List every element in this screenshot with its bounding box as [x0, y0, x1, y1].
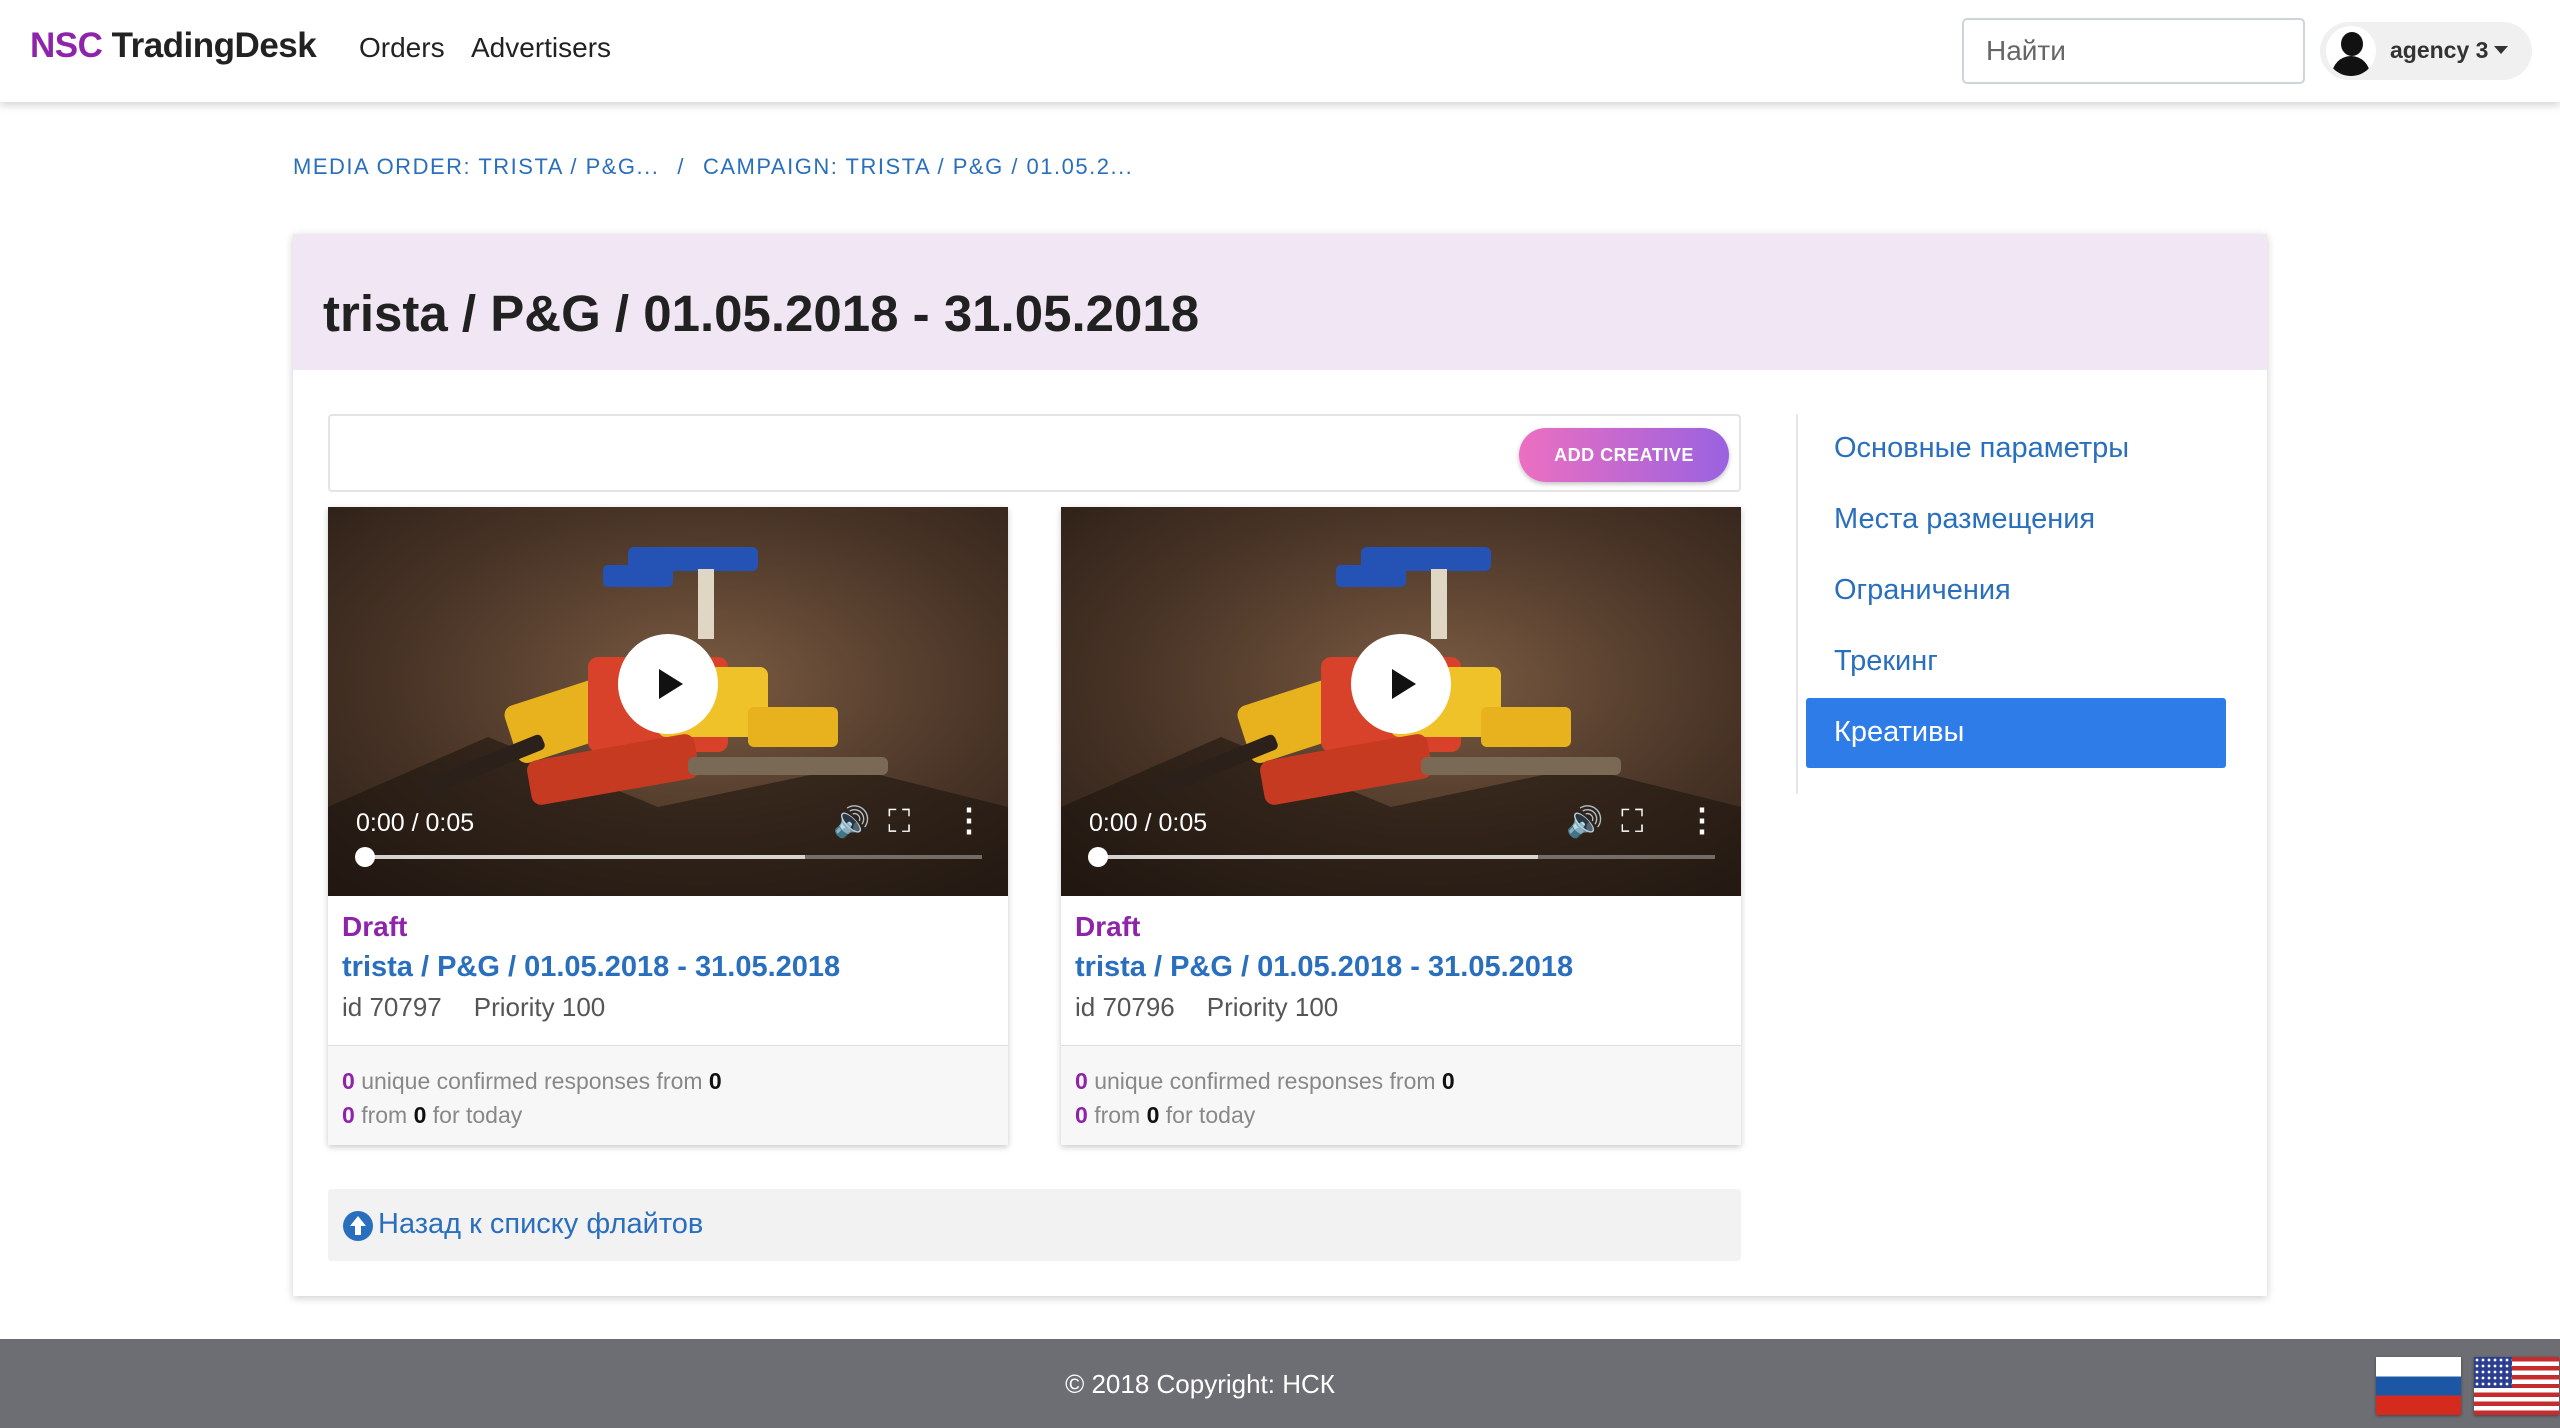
sidebar-item-main-params[interactable]: Основные параметры	[1806, 414, 2226, 484]
unique-count: 0	[342, 1068, 355, 1094]
breadcrumb: MEDIA ORDER: TRISTA / P&G... / CAMPAIGN: T…	[293, 154, 1133, 180]
video-player[interactable]: 0:00 / 0:05 🔊 ⛶ ⋮	[1061, 507, 1741, 896]
caret-down-icon	[2494, 46, 2508, 54]
today-from: from	[361, 1102, 408, 1128]
flight-card: trista / P&G / 01.05.2018 - 31.05.2018 A…	[293, 234, 2267, 1296]
unique-responses-line: 0 unique confirmed responses from 0	[342, 1064, 994, 1098]
breadcrumb-separator: /	[677, 154, 685, 179]
progress-handle[interactable]	[1088, 847, 1108, 867]
progress-bar[interactable]	[366, 855, 982, 859]
creative-info: Draft trista / P&G / 01.05.2018 - 31.05.…	[328, 896, 1008, 1045]
creative-card: 0:00 / 0:05 🔊 ⛶ ⋮ Draft trista / P&G / 0…	[1061, 507, 1741, 1145]
add-creative-button[interactable]: ADD CREATIVE	[1519, 428, 1729, 482]
unique-total: 0	[708, 1068, 722, 1094]
today-count: 0	[1075, 1102, 1088, 1128]
creative-meta: id 70796 Priority 100	[1075, 992, 1727, 1023]
video-player[interactable]: 0:00 / 0:05 🔊 ⛶ ⋮	[328, 507, 1008, 896]
nav-link-orders[interactable]: Orders	[359, 32, 445, 64]
breadcrumb-media-order[interactable]: MEDIA ORDER: TRISTA / P&G...	[293, 154, 659, 179]
avatar	[2326, 26, 2376, 76]
user-name: agency 3	[2390, 37, 2489, 63]
creatives-toolbar: ADD CREATIVE	[328, 414, 1741, 492]
today-count: 0	[342, 1102, 355, 1128]
creative-stats: 0 unique confirmed responses from 0 0 fr…	[1061, 1045, 1741, 1145]
page-title: trista / P&G / 01.05.2018 - 31.05.2018	[323, 285, 1200, 342]
progress-bar[interactable]	[1099, 855, 1715, 859]
unique-count: 0	[1075, 1068, 1088, 1094]
play-icon[interactable]	[1351, 634, 1451, 734]
us-flag-icon[interactable]	[2474, 1357, 2559, 1415]
copyright-text: © 2018 Copyright: НСК	[1065, 1369, 1335, 1399]
back-to-flights-link[interactable]: Назад к списку флайтов	[328, 1189, 1741, 1261]
back-label: Назад к списку флайтов	[378, 1208, 704, 1240]
unique-total: 0	[1441, 1068, 1455, 1094]
sidebar-item-creatives[interactable]: Креативы	[1806, 698, 2226, 768]
creative-info: Draft trista / P&G / 01.05.2018 - 31.05.…	[1061, 896, 1741, 1045]
sidebar-item-placements[interactable]: Места размещения	[1806, 485, 2226, 555]
fullscreen-icon[interactable]: ⛶	[1621, 803, 1643, 841]
progress-handle[interactable]	[355, 847, 375, 867]
fullscreen-icon[interactable]: ⛶	[888, 803, 910, 841]
creative-priority: Priority 100	[1206, 992, 1339, 1022]
today-responses-line: 0 from 0 for today	[1075, 1098, 1727, 1132]
unique-text: unique confirmed responses from	[361, 1068, 703, 1094]
volume-icon[interactable]: 🔊	[833, 805, 870, 840]
video-time: 0:00 / 0:05	[1089, 809, 1208, 837]
arrow-circle-up-icon	[343, 1211, 373, 1241]
sidebar-item-tracking[interactable]: Трекинг	[1806, 627, 2226, 697]
brand-suffix: TradingDesk	[111, 26, 317, 65]
breadcrumb-campaign[interactable]: CAMPAIGN: TRISTA / P&G / 01.05.2...	[703, 154, 1133, 179]
creative-priority: Priority 100	[473, 992, 606, 1022]
creative-id: id 70796	[1075, 992, 1175, 1022]
brand-prefix: NSC	[30, 26, 103, 65]
nav-link-advertisers[interactable]: Advertisers	[471, 32, 611, 64]
today-total: 0	[1146, 1102, 1160, 1128]
today-responses-line: 0 from 0 for today	[342, 1098, 994, 1132]
status-badge: Draft	[1075, 911, 1141, 942]
volume-icon[interactable]: 🔊	[1566, 805, 1603, 840]
today-text: for today	[432, 1102, 523, 1128]
russian-flag-icon[interactable]	[2376, 1357, 2461, 1415]
search-input[interactable]	[1962, 18, 2305, 84]
play-icon[interactable]	[618, 634, 718, 734]
video-time: 0:00 / 0:05	[356, 809, 475, 837]
status-badge: Draft	[342, 911, 408, 942]
brand-logo[interactable]: NSC TradingDesk	[30, 26, 317, 66]
card-header: trista / P&G / 01.05.2018 - 31.05.2018	[293, 234, 2267, 370]
creative-stats: 0 unique confirmed responses from 0 0 fr…	[328, 1045, 1008, 1145]
top-navbar: NSC TradingDesk Orders Advertisers agenc…	[0, 0, 2560, 102]
creative-meta: id 70797 Priority 100	[342, 992, 994, 1023]
unique-text: unique confirmed responses from	[1094, 1068, 1436, 1094]
creative-name-link[interactable]: trista / P&G / 01.05.2018 - 31.05.2018	[1075, 951, 1727, 984]
more-vertical-icon[interactable]: ⋮	[1686, 801, 1718, 839]
today-total: 0	[413, 1102, 427, 1128]
flight-sidebar: Основные параметры Места размещения Огра…	[1796, 414, 2251, 794]
unique-responses-line: 0 unique confirmed responses from 0	[1075, 1064, 1727, 1098]
creative-name-link[interactable]: trista / P&G / 01.05.2018 - 31.05.2018	[342, 951, 994, 984]
creative-id: id 70797	[342, 992, 442, 1022]
today-text: for today	[1165, 1102, 1256, 1128]
user-menu[interactable]: agency 3	[2320, 22, 2532, 80]
today-from: from	[1094, 1102, 1141, 1128]
sidebar-item-restrictions[interactable]: Ограничения	[1806, 556, 2226, 626]
footer: © 2018 Copyright: НСК	[0, 1339, 2560, 1428]
more-vertical-icon[interactable]: ⋮	[953, 801, 985, 839]
creative-card: 0:00 / 0:05 🔊 ⛶ ⋮ Draft trista / P&G / 0…	[328, 507, 1008, 1145]
